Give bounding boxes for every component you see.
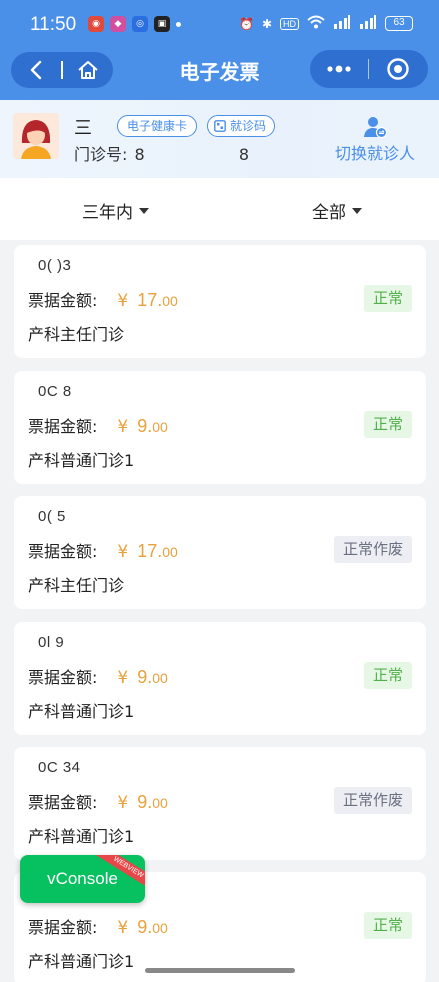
invoice-number: 0C 8 xyxy=(38,383,72,400)
amount-decimal: 00 xyxy=(152,920,168,936)
currency-symbol: ¥ xyxy=(117,291,129,311)
amount-decimal: 00 xyxy=(152,795,168,811)
invoice-number: 0l 9 xyxy=(38,634,65,651)
caret-down-icon xyxy=(139,207,149,214)
switch-user-icon xyxy=(364,117,387,138)
amount-label: 票据金额: xyxy=(28,793,98,812)
status-badge: 正常 xyxy=(363,912,412,939)
weibo-icon: ◉ xyxy=(88,16,104,32)
amount-decimal: 00 xyxy=(152,419,168,435)
status-bar: 11:50 ◉ ◆ ◎ ▣ ⏰ ✱ HD 63 xyxy=(0,0,439,50)
status-badge: 正常 xyxy=(363,285,412,312)
department: 产科普通门诊1 xyxy=(28,702,135,721)
vconsole-label: vConsole xyxy=(47,869,118,888)
amount-integer: 17. xyxy=(137,290,163,310)
navigation-bar: 电子发票 xyxy=(0,50,439,90)
signal-icon xyxy=(333,15,351,32)
amount-integer: 9. xyxy=(137,917,153,937)
app-icon: ◎ xyxy=(132,16,148,32)
target-close-icon xyxy=(387,58,409,80)
visit-code-badge[interactable]: 就诊码 xyxy=(207,115,276,137)
invoice-number: 0( 5 xyxy=(38,508,66,525)
status-filter-label: 全部 xyxy=(312,203,346,223)
health-card-badge[interactable]: 电子健康卡 xyxy=(117,115,198,137)
department: 产科普通门诊1 xyxy=(28,827,135,846)
invoice-card[interactable]: 0( 5 票据金额: ¥ 17. 00 产科主任门诊 正常作废 xyxy=(14,496,426,609)
close-miniprogram-button[interactable] xyxy=(369,50,427,88)
currency-symbol: ¥ xyxy=(117,918,129,938)
notification-icons: ◉ ◆ ◎ ▣ xyxy=(88,16,181,32)
invoice-card[interactable]: 0C 34 票据金额: ¥ 9. 00 产科普通门诊1 正常作废 xyxy=(14,747,426,860)
invoice-card[interactable]: 0( )3 票据金额: ¥ 17. 00 产科主任门诊 正常 xyxy=(14,245,426,358)
clinic-number: 门诊号: 8 8 xyxy=(74,141,249,165)
invoice-number: 0( )3 xyxy=(38,257,72,274)
department: 产科普通门诊1 xyxy=(28,952,135,971)
amount-integer: 9. xyxy=(137,667,153,687)
qrcode-icon xyxy=(214,120,226,132)
status-badge: 正常 xyxy=(363,662,412,689)
amount-row: 票据金额: ¥ 9. 00 xyxy=(28,789,168,813)
hd-icon: HD xyxy=(280,17,299,30)
department: 产科普通门诊1 xyxy=(28,451,135,470)
alarm-icon: ⏰ xyxy=(238,16,254,31)
visit-code-label: 就诊码 xyxy=(230,119,267,133)
amount-label: 票据金额: xyxy=(28,668,98,687)
app-icon: ◆ xyxy=(110,16,126,32)
battery-icon: 63 xyxy=(385,16,413,31)
wifi-icon xyxy=(307,15,325,32)
bluetooth-icon: ✱ xyxy=(261,16,272,31)
clinic-number-start: 8 xyxy=(134,145,145,164)
switch-patient-button[interactable]: 切换就诊人 xyxy=(333,116,417,164)
amount-row: 票据金额: ¥ 9. 00 xyxy=(28,413,168,437)
amount-integer: 17. xyxy=(137,541,163,561)
amount-decimal: 00 xyxy=(152,670,168,686)
home-indicator[interactable] xyxy=(145,968,295,973)
period-filter-dropdown[interactable]: 三年内 xyxy=(82,198,149,223)
clinic-number-end: 8 xyxy=(238,145,250,164)
app-icon: ▣ xyxy=(154,16,170,32)
amount-integer: 9. xyxy=(137,416,153,436)
status-badge: 正常 xyxy=(363,411,412,438)
amount-label: 票据金额: xyxy=(28,417,98,436)
signal-icon xyxy=(359,15,377,32)
more-dots-icon xyxy=(327,65,351,73)
amount-row: 票据金额: ¥ 9. 00 xyxy=(28,664,168,688)
currency-symbol: ¥ xyxy=(117,668,129,688)
filter-bar: 三年内 全部 xyxy=(0,178,439,240)
patient-card: 三 电子健康卡 就诊码 门诊号: 8 8 切换就诊人 xyxy=(0,100,439,178)
switch-patient-label: 切换就诊人 xyxy=(334,144,415,163)
period-filter-label: 三年内 xyxy=(82,203,133,223)
amount-row: 票据金额: ¥ 9. 00 xyxy=(28,914,168,938)
invoice-card[interactable]: 0C 8 票据金额: ¥ 9. 00 产科普通门诊1 正常 xyxy=(14,371,426,484)
currency-symbol: ¥ xyxy=(117,793,129,813)
invoice-number: 0C 34 xyxy=(38,759,81,776)
system-icons: ⏰ ✱ HD 63 xyxy=(239,15,413,32)
amount-label: 票据金额: xyxy=(28,291,98,310)
vconsole-button[interactable]: vConsole WEBVIEW xyxy=(20,855,145,903)
more-notifications-icon xyxy=(176,22,181,27)
amount-decimal: 00 xyxy=(162,293,178,309)
status-filter-dropdown[interactable]: 全部 xyxy=(312,198,362,223)
caret-down-icon xyxy=(352,207,362,214)
department: 产科主任门诊 xyxy=(28,325,125,344)
amount-row: 票据金额: ¥ 17. 00 xyxy=(28,287,178,311)
amount-decimal: 00 xyxy=(162,544,178,560)
patient-avatar xyxy=(13,113,59,159)
top-bar: 11:50 ◉ ◆ ◎ ▣ ⏰ ✱ HD 63 电子发票 xyxy=(0,0,439,100)
amount-label: 票据金额: xyxy=(28,918,98,937)
more-button[interactable] xyxy=(310,50,368,88)
amount-row: 票据金额: ¥ 17. 00 xyxy=(28,538,178,562)
clinic-number-label: 门诊号: xyxy=(74,145,128,164)
nav-capsule-right xyxy=(310,50,428,88)
currency-symbol: ¥ xyxy=(117,542,129,562)
status-badge: 正常作废 xyxy=(333,787,412,814)
department: 产科主任门诊 xyxy=(28,576,125,595)
patient-name: 三 xyxy=(74,118,92,139)
amount-label: 票据金额: xyxy=(28,542,98,561)
status-time: 11:50 xyxy=(30,14,77,35)
amount-integer: 9. xyxy=(137,792,153,812)
currency-symbol: ¥ xyxy=(117,417,129,437)
invoice-card[interactable]: 0l 9 票据金额: ¥ 9. 00 产科普通门诊1 正常 xyxy=(14,622,426,735)
status-badge: 正常作废 xyxy=(333,536,412,563)
